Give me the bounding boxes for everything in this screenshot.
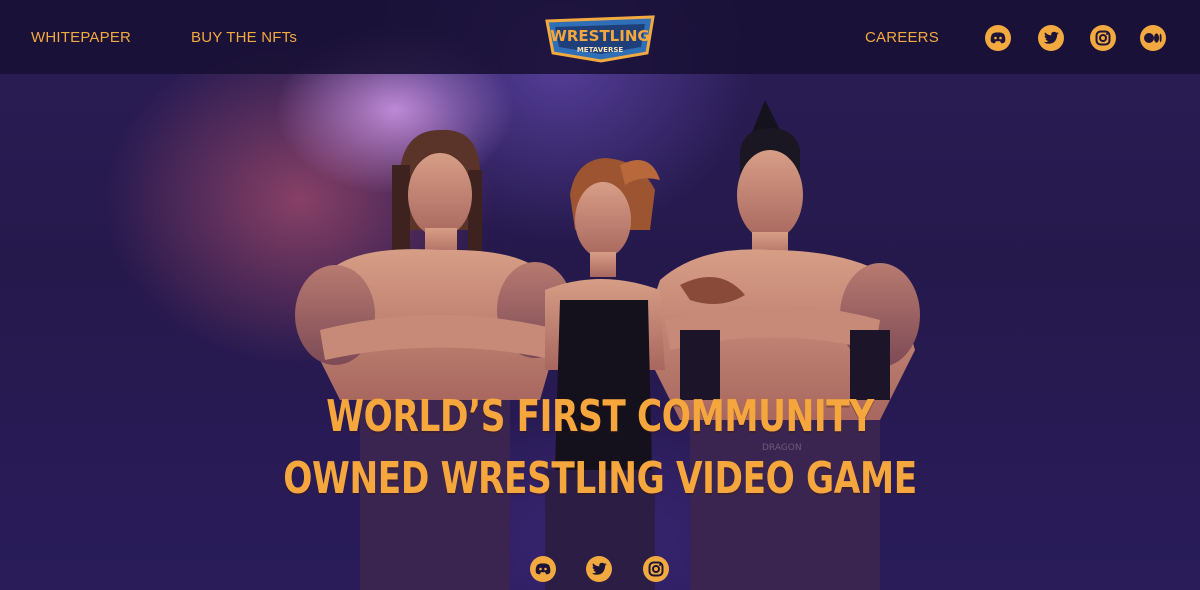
wrestler-right bbox=[640, 100, 920, 590]
hero-headline-line-1: WORLD’S FIRST COMMUNITY bbox=[326, 391, 874, 442]
header-discord-button[interactable] bbox=[985, 25, 1011, 51]
twitter-icon bbox=[1043, 31, 1059, 44]
hero-headline-line-2: OWNED WRESTLING VIDEO GAME bbox=[283, 453, 917, 504]
nav-careers-link[interactable]: CAREERS bbox=[865, 29, 939, 46]
header-instagram-button[interactable] bbox=[1090, 25, 1116, 51]
wrestling-metaverse-logo[interactable]: WRESTLING METAVERSE bbox=[541, 13, 659, 65]
site-header: WHITEPAPER BUY THE NFTs WRESTLING METAVE… bbox=[0, 0, 1200, 74]
medium-icon bbox=[1144, 33, 1162, 43]
hero-discord-button[interactable] bbox=[530, 556, 556, 582]
hero-instagram-button[interactable] bbox=[643, 556, 669, 582]
logo-subtitle: METAVERSE bbox=[577, 46, 624, 54]
header-twitter-button[interactable] bbox=[1038, 25, 1064, 51]
instagram-icon bbox=[1095, 30, 1111, 46]
instagram-icon bbox=[648, 561, 664, 577]
header-medium-button[interactable] bbox=[1140, 25, 1166, 51]
belt-label: DRAGON bbox=[762, 443, 802, 453]
logo-wordmark: WRESTLING bbox=[550, 27, 649, 45]
wrestler-left bbox=[295, 129, 573, 590]
nav-buy-nfts-link[interactable]: BUY THE NFTs bbox=[191, 29, 297, 46]
hero-twitter-button[interactable] bbox=[586, 556, 612, 582]
discord-icon bbox=[535, 563, 551, 575]
discord-icon bbox=[990, 32, 1006, 44]
twitter-icon bbox=[591, 562, 607, 575]
nav-whitepaper-link[interactable]: WHITEPAPER bbox=[31, 29, 131, 46]
